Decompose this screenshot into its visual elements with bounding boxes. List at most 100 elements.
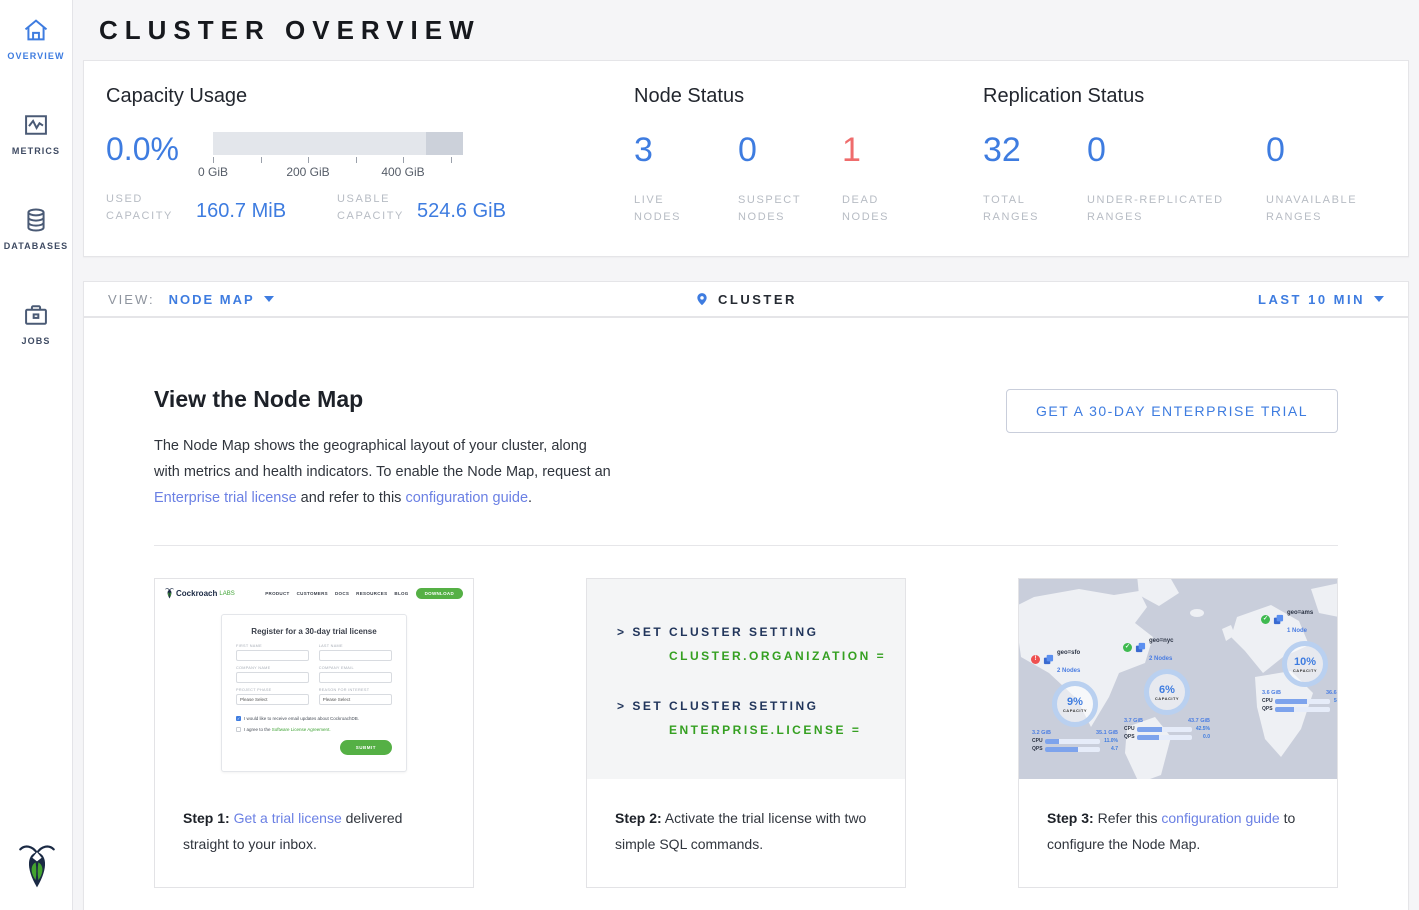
live-nodes-stat: 3 LIVE NODES bbox=[634, 132, 738, 226]
node-status-title: Node Status bbox=[634, 85, 983, 108]
step1-caption: Step 1: Get a trial license delivered st… bbox=[155, 779, 473, 887]
view-label: VIEW: bbox=[108, 292, 155, 307]
configuration-guide-link[interactable]: configuration guide bbox=[405, 490, 528, 506]
node-map-locality-ams: ✓ geo=ams 1 Node 10% CAPACITY bbox=[1257, 601, 1337, 712]
node-stack-icon bbox=[1273, 614, 1284, 625]
company-name-field bbox=[236, 672, 309, 683]
panel-heading: View the Node Map bbox=[154, 386, 614, 413]
chevron-down-icon bbox=[264, 296, 274, 302]
get-trial-license-link[interactable]: Get a trial license bbox=[234, 810, 342, 826]
sql-setting: CLUSTER.ORGANIZATION = bbox=[669, 649, 905, 663]
page-title: CLUSTER OVERVIEW bbox=[83, 0, 1409, 60]
used-capacity-label: USED CAPACITY bbox=[106, 191, 196, 225]
qps-meter: QPS 8.4 bbox=[1257, 706, 1337, 712]
usable-capacity-label: USABLE CAPACITY bbox=[337, 191, 417, 225]
cpu-meter: CPU 58.3% bbox=[1257, 698, 1337, 704]
dead-nodes-value: 1 bbox=[842, 132, 936, 168]
breadcrumb-cluster-label: CLUSTER bbox=[718, 292, 797, 307]
suspect-nodes-label: SUSPECT NODES bbox=[738, 192, 818, 226]
node-map-panel: View the Node Map The Node Map shows the… bbox=[83, 317, 1409, 910]
node-stack-icon bbox=[1043, 654, 1054, 665]
reason-select: Please Select bbox=[319, 694, 392, 705]
sidebar-item-metrics[interactable]: METRICS bbox=[0, 97, 72, 166]
capacity-bar-chart: 0 GiB 200 GiB 400 GiB bbox=[213, 132, 463, 179]
sidebar-item-label: METRICS bbox=[0, 146, 72, 156]
usable-capacity-value: 524.6 GiB bbox=[417, 191, 506, 223]
cpu-meter: CPU 11.0% bbox=[1027, 738, 1123, 744]
step-number: Step 3: bbox=[1047, 810, 1094, 826]
step-number: Step 2: bbox=[615, 810, 662, 826]
node-map-locality-nyc: ✓ geo=nyc 2 Nodes 6% CAPACITY bbox=[1119, 629, 1215, 740]
breadcrumb: CLUSTER bbox=[528, 290, 964, 308]
suspect-nodes-value: 0 bbox=[738, 132, 832, 168]
time-range-dropdown[interactable]: LAST 10 MIN bbox=[1258, 292, 1384, 307]
sidebar-item-jobs[interactable]: JOBS bbox=[0, 287, 72, 356]
locality-name: geo=sfo bbox=[1057, 650, 1080, 656]
locality-name: geo=ams bbox=[1287, 610, 1313, 616]
under-replicated-ranges-label: UNDER-REPLICATED RANGES bbox=[1087, 192, 1252, 226]
node-map-locality-sfo: ! geo=sfo 2 Nodes 9% CAPACITY bbox=[1027, 641, 1123, 752]
enterprise-trial-license-link[interactable]: Enterprise trial license bbox=[154, 490, 297, 506]
replication-status-section: Replication Status 32 TOTAL RANGES 0 UND… bbox=[983, 85, 1386, 226]
sidebar: OVERVIEW METRICS DATABASES bbox=[0, 0, 73, 910]
databases-icon bbox=[0, 206, 72, 234]
description-text: . bbox=[528, 490, 532, 506]
map-pin-icon bbox=[695, 290, 709, 308]
used-gib: 3.6 GiB bbox=[1262, 690, 1281, 696]
field-label: FIRST NAME bbox=[236, 644, 309, 648]
description-text: The Node Map shows the geographical layo… bbox=[154, 438, 611, 480]
capacity-bar-reserved-segment bbox=[426, 132, 464, 155]
metrics-icon bbox=[0, 111, 72, 139]
get-enterprise-trial-button[interactable]: GET A 30-DAY ENTERPRISE TRIAL bbox=[1006, 389, 1338, 433]
unavailable-ranges-stat: 0 UNAVAILABLE RANGES bbox=[1266, 132, 1386, 226]
mini-nav-item: PRODUCT bbox=[265, 591, 289, 596]
status-dot-icon: ! bbox=[1031, 655, 1040, 664]
view-selector-dropdown[interactable]: NODE MAP bbox=[169, 292, 274, 307]
locality-node-count: 2 Nodes bbox=[1057, 668, 1080, 674]
mini-nav-item: RESOURCES bbox=[356, 591, 387, 596]
field-label: PROJECT PHASE bbox=[236, 688, 309, 692]
first-name-field bbox=[236, 650, 309, 661]
checkbox-label: I agree to the Software License Agreemen… bbox=[244, 727, 331, 732]
capacity-usage-section: Capacity Usage 0.0% 0 GiB 200 Gi bbox=[106, 85, 634, 226]
total-ranges-stat: 32 TOTAL RANGES bbox=[983, 132, 1087, 226]
capacity-axis-ticks bbox=[213, 155, 463, 163]
brand-suffix: LABS bbox=[219, 591, 234, 597]
chevron-down-icon bbox=[1374, 296, 1384, 302]
brand-name: Cockroach bbox=[176, 589, 217, 598]
last-name-field bbox=[319, 650, 392, 661]
configuration-guide-link[interactable]: configuration guide bbox=[1161, 810, 1279, 826]
sql-command: > SET CLUSTER SETTING bbox=[617, 699, 905, 713]
under-replicated-ranges-stat: 0 UNDER-REPLICATED RANGES bbox=[1087, 132, 1266, 226]
email-updates-checkbox: ✓ bbox=[236, 716, 241, 721]
dead-nodes-label: DEAD NODES bbox=[842, 192, 912, 226]
mini-nav-item: DOCS bbox=[335, 591, 349, 596]
capacity-bar-usable-segment bbox=[213, 132, 426, 155]
view-toolbar: VIEW: NODE MAP CLUSTER LAST 10 MIN bbox=[83, 281, 1409, 317]
sidebar-item-label: OVERVIEW bbox=[0, 51, 72, 61]
step3-caption: Step 3: Refer this configuration guide t… bbox=[1019, 779, 1337, 887]
capacity-donut: 6% CAPACITY bbox=[1144, 669, 1190, 715]
main-content: CLUSTER OVERVIEW Capacity Usage 0.0% bbox=[73, 0, 1419, 910]
trial-registration-form: Register for a 30-day trial license FIRS… bbox=[221, 614, 407, 772]
capacity-donut: 9% CAPACITY bbox=[1052, 681, 1098, 727]
capacity-donut: 10% CAPACITY bbox=[1282, 641, 1328, 687]
total-ranges-label: TOTAL RANGES bbox=[983, 192, 1053, 226]
sidebar-item-overview[interactable]: OVERVIEW bbox=[0, 0, 72, 71]
sidebar-item-databases[interactable]: DATABASES bbox=[0, 192, 72, 261]
axis-label: 400 GiB bbox=[381, 165, 424, 179]
dead-nodes-stat: 1 DEAD NODES bbox=[842, 132, 946, 226]
used-gib: 3.7 GiB bbox=[1124, 718, 1143, 724]
panel-description: The Node Map shows the geographical layo… bbox=[154, 433, 614, 511]
mini-nav-item: CUSTOMERS bbox=[297, 591, 328, 596]
sql-setting: ENTERPRISE.LICENSE = bbox=[669, 723, 905, 737]
step2-caption: Step 2: Activate the trial license with … bbox=[587, 779, 905, 887]
step3-card: ! geo=sfo 2 Nodes 9% CAPACITY bbox=[1018, 578, 1338, 888]
field-label: COMPANY NAME bbox=[236, 666, 309, 670]
unavailable-ranges-label: UNAVAILABLE RANGES bbox=[1266, 192, 1376, 226]
status-dot-icon: ✓ bbox=[1261, 615, 1270, 624]
unavailable-ranges-value: 0 bbox=[1266, 132, 1376, 168]
mini-download-button: DOWNLOAD bbox=[416, 588, 463, 599]
status-dot-icon: ✓ bbox=[1123, 643, 1132, 652]
sidebar-item-label: JOBS bbox=[0, 336, 72, 346]
